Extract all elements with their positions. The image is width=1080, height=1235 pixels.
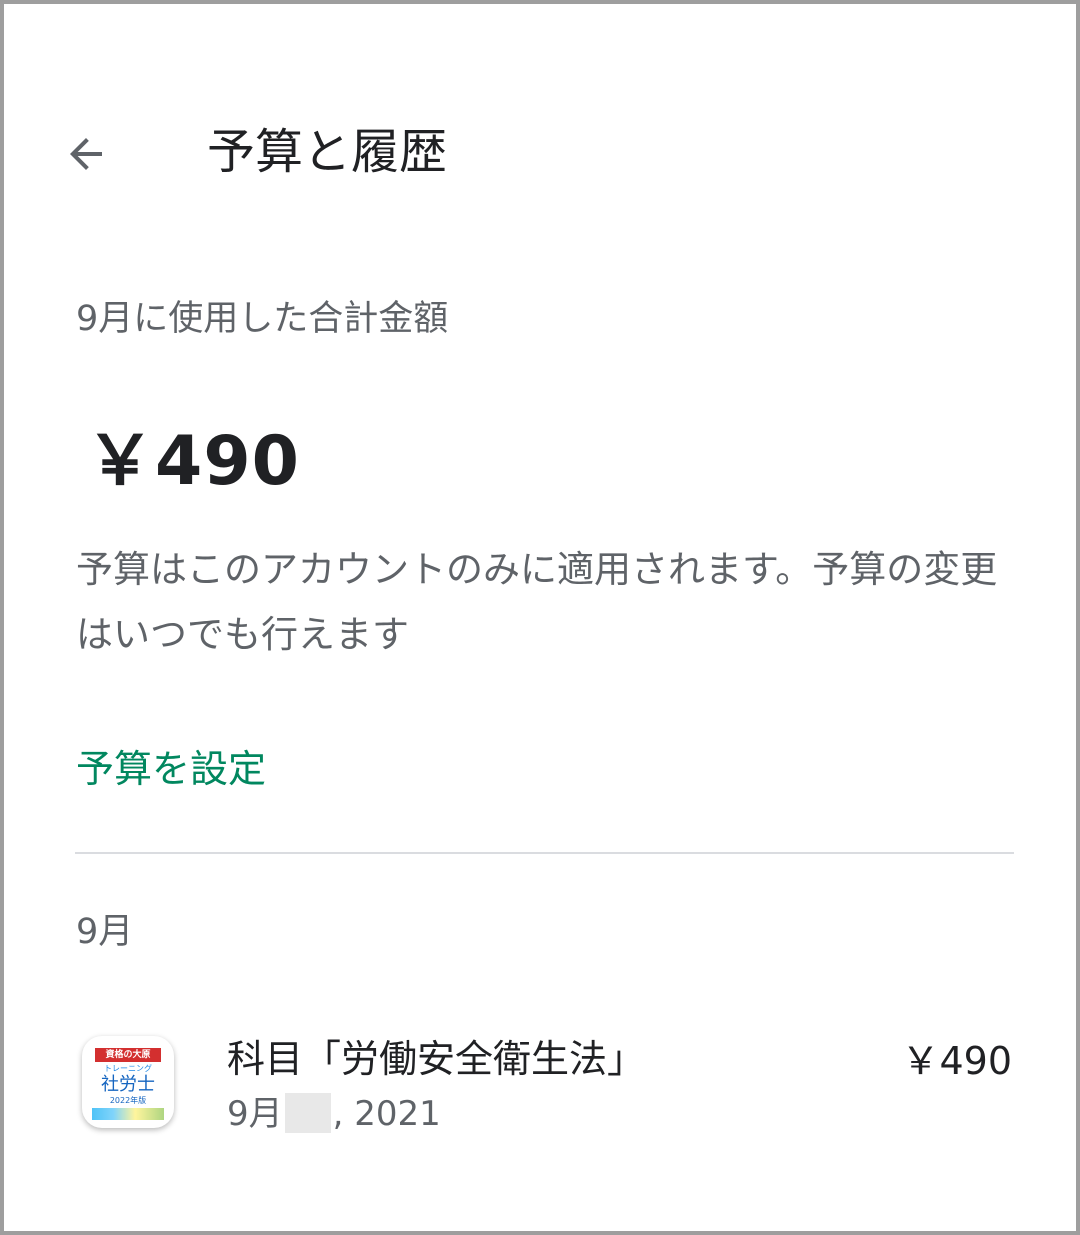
app-bar: 予算と履歴 (4, 94, 1076, 210)
month-header: 9月 (76, 912, 134, 952)
purchase-item-date: 9月 , 2021 (227, 1092, 441, 1136)
monthly-total-label: 9月に使用した合計金額 (76, 299, 449, 339)
divider (75, 852, 1014, 854)
page-title: 予算と履歴 (207, 124, 448, 180)
screen-frame: 予算と履歴 9月に使用した合計金額 ￥490 予算はこのアカウントのみに適用され… (0, 0, 1080, 1235)
monthly-total-amount: ￥490 (86, 422, 300, 501)
arrow-back-icon (70, 138, 102, 170)
budget-note: 予算はこのアカウントのみに適用されます。予算の変更はいつでも行えます (76, 548, 998, 656)
app-icon-main-text: 社労士 (101, 1074, 155, 1095)
app-icon-banner: 資格の大原 (95, 1048, 161, 1062)
app-icon-stripe (92, 1108, 164, 1120)
set-budget-button[interactable]: 予算を設定 (76, 744, 266, 794)
app-icon: 資格の大原 トレーニング 社労士 2022年版 (82, 1036, 174, 1128)
purchase-date-month: 9月 (227, 1094, 283, 1134)
purchase-item-title: 科目「労働安全衛生法」 (227, 1037, 646, 1081)
purchase-item[interactable]: 資格の大原 トレーニング 社労士 2022年版 科目「労働安全衛生法」 9月 , … (64, 1016, 1024, 1156)
purchase-date-year: , 2021 (332, 1094, 441, 1134)
redacted-day (284, 1093, 331, 1133)
app-icon-subtitle: トレーニング (104, 1064, 152, 1073)
purchase-item-price: ￥490 (901, 1039, 1012, 1083)
back-button[interactable] (56, 126, 116, 182)
app-icon-year: 2022年版 (109, 1096, 147, 1105)
